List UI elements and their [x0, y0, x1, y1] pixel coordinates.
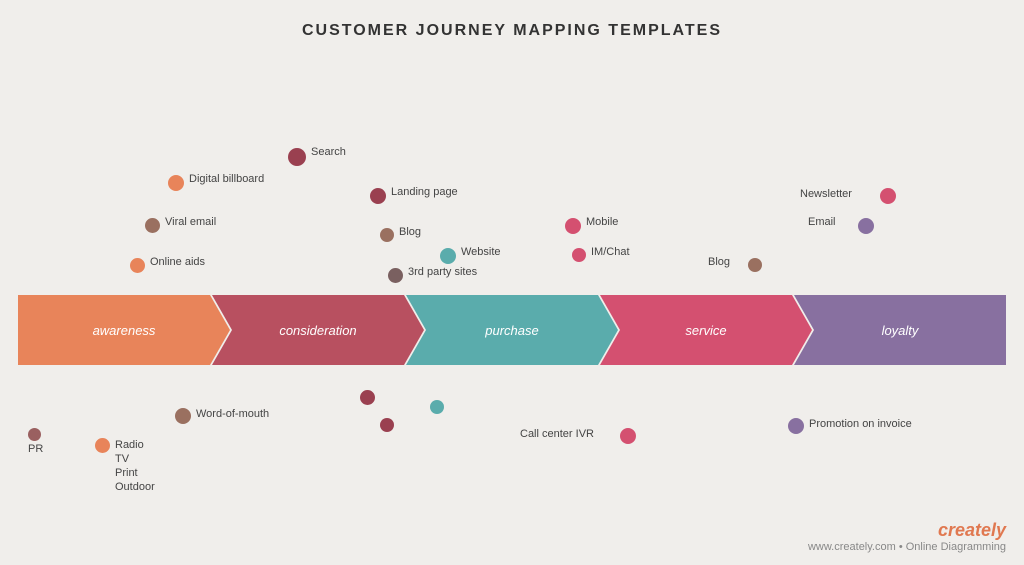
- dot-above-label-1: Viral email: [165, 216, 216, 228]
- dot-below-6: [620, 428, 636, 444]
- dot-below-5: [380, 418, 394, 432]
- dot-above-7: [388, 268, 403, 283]
- dot-above-label-7: 3rd party sites: [408, 266, 477, 278]
- segment-purchase-label: purchase: [485, 323, 538, 338]
- dot-below-label-1: Radio TV Print Outdoor: [115, 438, 155, 494]
- dot-above-9: [572, 248, 586, 262]
- segment-awareness: awareness: [18, 295, 230, 365]
- dot-below-label-7: Promotion on invoice: [809, 418, 912, 430]
- dot-above-label-12: Blog: [708, 256, 730, 268]
- dot-above-0: [168, 175, 184, 191]
- dot-above-label-4: Landing page: [391, 186, 458, 198]
- dot-above-4: [370, 188, 386, 204]
- segment-service: service: [600, 295, 812, 365]
- dot-below-2: [175, 408, 191, 424]
- segment-service-label: service: [685, 323, 726, 338]
- segment-loyalty: loyalty: [794, 295, 1006, 365]
- dot-below-7: [788, 418, 804, 434]
- dot-above-label-5: Blog: [399, 226, 421, 238]
- dot-above-label-0: Digital billboard: [189, 173, 264, 185]
- segment-consideration-label: consideration: [279, 323, 356, 338]
- segment-consideration: consideration: [212, 295, 424, 365]
- dot-below-0: [28, 428, 41, 441]
- dot-above-8: [565, 218, 581, 234]
- dot-below-4: [430, 400, 444, 414]
- dot-above-12: [748, 258, 762, 272]
- page-title: CUSTOMER JOURNEY MAPPING TEMPLATES: [0, 0, 1024, 40]
- brand-tagline: www.creately.com • Online Diagramming: [808, 541, 1006, 553]
- segment-awareness-label: awareness: [93, 323, 156, 338]
- dot-above-label-9: IM/Chat: [591, 246, 630, 258]
- dot-above-label-6: Website: [461, 246, 501, 258]
- main-container: { "title": "CUSTOMER JOURNEY MAPPING TEM…: [0, 0, 1024, 565]
- dot-above-3: [288, 148, 306, 166]
- brand-footer: creately www.creately.com • Online Diagr…: [808, 520, 1006, 553]
- segment-loyalty-label: loyalty: [882, 323, 919, 338]
- segment-purchase: purchase: [406, 295, 618, 365]
- dot-above-label-8: Mobile: [586, 216, 618, 228]
- dot-below-label-6: Call center IVR: [520, 428, 594, 440]
- dot-below-label-2: Word-of-mouth: [196, 408, 269, 420]
- dot-below-label-0: PR: [28, 443, 43, 455]
- dot-above-5: [380, 228, 394, 242]
- dot-above-10: [880, 188, 896, 204]
- dot-above-6: [440, 248, 456, 264]
- dot-above-label-3: Search: [311, 146, 346, 158]
- dot-above-2: [130, 258, 145, 273]
- dot-above-label-10: Newsletter: [800, 188, 852, 200]
- dot-above-label-2: Online aids: [150, 256, 205, 268]
- brand-name: creately: [938, 520, 1006, 540]
- dot-below-3: [360, 390, 375, 405]
- dot-below-1: [95, 438, 110, 453]
- dot-above-label-11: Email: [808, 216, 836, 228]
- dot-above-11: [858, 218, 874, 234]
- dot-above-1: [145, 218, 160, 233]
- journey-banner: awareness consideration purchase service…: [18, 295, 1006, 365]
